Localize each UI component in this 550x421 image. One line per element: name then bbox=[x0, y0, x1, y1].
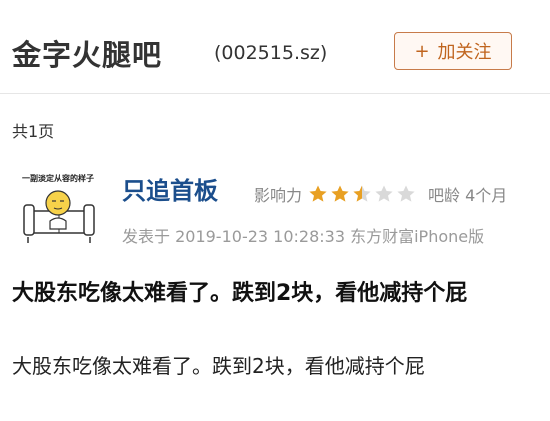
influence-label: 影响力 bbox=[254, 186, 303, 205]
stock-forum-post-page: 金字火腿吧 (002515.sz) + 加关注 共1页 一副淡定从容的样子 只追… bbox=[0, 0, 550, 421]
plus-icon: + bbox=[414, 40, 430, 62]
stock-code: (002515.sz) bbox=[214, 42, 328, 64]
post-meta: 发表于 2019-10-23 10:28:33 东方财富iPhone版 bbox=[122, 227, 485, 246]
forum-title[interactable]: 金字火腿吧 bbox=[12, 32, 162, 74]
influence-rating bbox=[308, 184, 418, 204]
star-icon bbox=[353, 185, 371, 202]
influence-row: 影响力 吧龄 4个月 bbox=[254, 182, 507, 206]
follow-button-label: 加关注 bbox=[437, 42, 492, 63]
post-title[interactable]: 大股东吃像太难看了。跌到2块，看他减持个屁 bbox=[12, 275, 467, 307]
star-icon bbox=[309, 185, 327, 202]
star-icon bbox=[397, 185, 415, 202]
post-body: 大股东吃像太难看了。跌到2块，看他减持个屁 bbox=[12, 354, 425, 378]
header-divider bbox=[0, 93, 550, 94]
avatar[interactable]: 一副淡定从容的样子 bbox=[14, 165, 102, 247]
bar-age: 吧龄 4个月 bbox=[428, 186, 508, 205]
post-username[interactable]: 只追首板 bbox=[122, 171, 218, 206]
page-count: 共1页 bbox=[12, 122, 55, 141]
star-icon bbox=[375, 185, 393, 202]
avatar-caption: 一副淡定从容的样子 bbox=[22, 173, 94, 183]
star-icon bbox=[331, 185, 349, 202]
avatar-image: 一副淡定从容的样子 bbox=[22, 173, 95, 243]
follow-button[interactable]: + 加关注 bbox=[394, 32, 512, 70]
